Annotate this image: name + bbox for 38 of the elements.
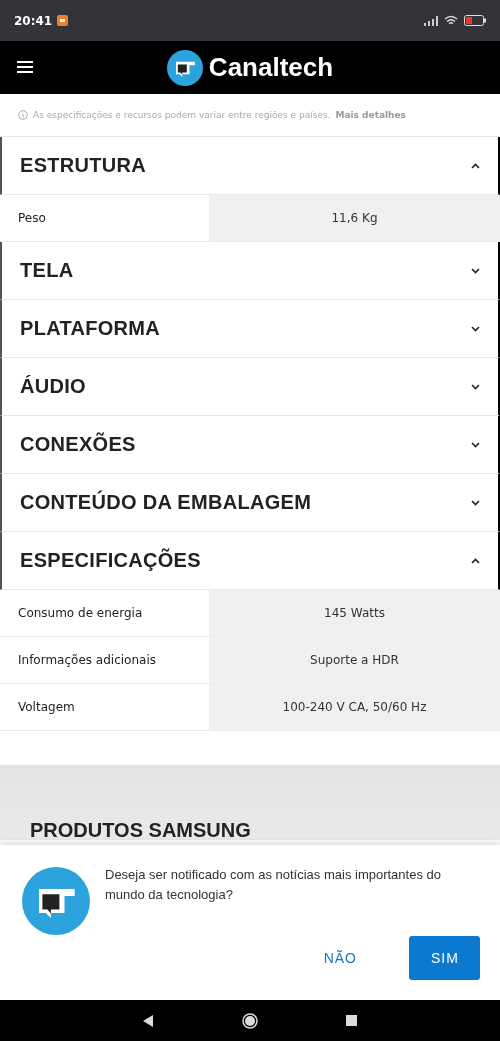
home-icon[interactable] [242, 1012, 258, 1029]
section-header[interactable]: ÁUDIO [0, 358, 500, 416]
spec-value: 11,6 Kg [209, 195, 500, 241]
spec-value: Suporte a HDR [209, 637, 500, 683]
chevron-down-icon [471, 499, 480, 506]
section-header[interactable]: PLATAFORMA [0, 300, 500, 358]
section-header[interactable]: CONEXÕES [0, 416, 500, 474]
info-icon [18, 110, 28, 120]
decline-button[interactable]: NÃO [301, 936, 379, 980]
battery-icon [464, 15, 486, 26]
section-header[interactable]: ESTRUTURA [0, 137, 500, 195]
spec-label: Peso [17, 210, 47, 227]
dialog-message: Deseja ser notificado com as notícias mais importantes do mundo da tecnologia? [105, 866, 442, 904]
disclaimer-text: As especificações e recursos podem variar entre regiões e países. [33, 110, 331, 120]
spec-label: Consumo de energia [17, 605, 144, 622]
logo-icon [22, 867, 90, 935]
logo-icon [166, 49, 203, 86]
back-icon[interactable] [143, 1014, 154, 1027]
section-header[interactable]: ESPECIFICAÇÕES [0, 532, 500, 590]
spec-value: 145 Watts [209, 590, 500, 636]
clock: 20:41 [14, 13, 53, 28]
signal-icon [424, 15, 438, 26]
confirm-button[interactable]: SIM [409, 936, 480, 980]
notification-icon [57, 15, 69, 26]
spec-value: 100-240 V CA, 50/60 Hz [209, 684, 500, 730]
section-title: PRODUTOS SAMSUNG [30, 819, 251, 842]
chevron-down-icon [471, 325, 480, 332]
chevron-up-icon [471, 162, 480, 169]
chevron-down-icon [471, 441, 480, 448]
wifi-icon [444, 15, 458, 26]
chevron-down-icon [471, 383, 480, 390]
section-header[interactable]: TELA [0, 242, 500, 300]
spec-label: Voltagem [17, 699, 76, 716]
section-header[interactable]: CONTEÚDO DA EMBALAGEM [0, 474, 500, 532]
chevron-up-icon [471, 557, 480, 564]
logo-text: Canaltech [208, 52, 334, 83]
chevron-down-icon [471, 267, 480, 274]
spec-label: Informações adicionais [17, 652, 157, 669]
